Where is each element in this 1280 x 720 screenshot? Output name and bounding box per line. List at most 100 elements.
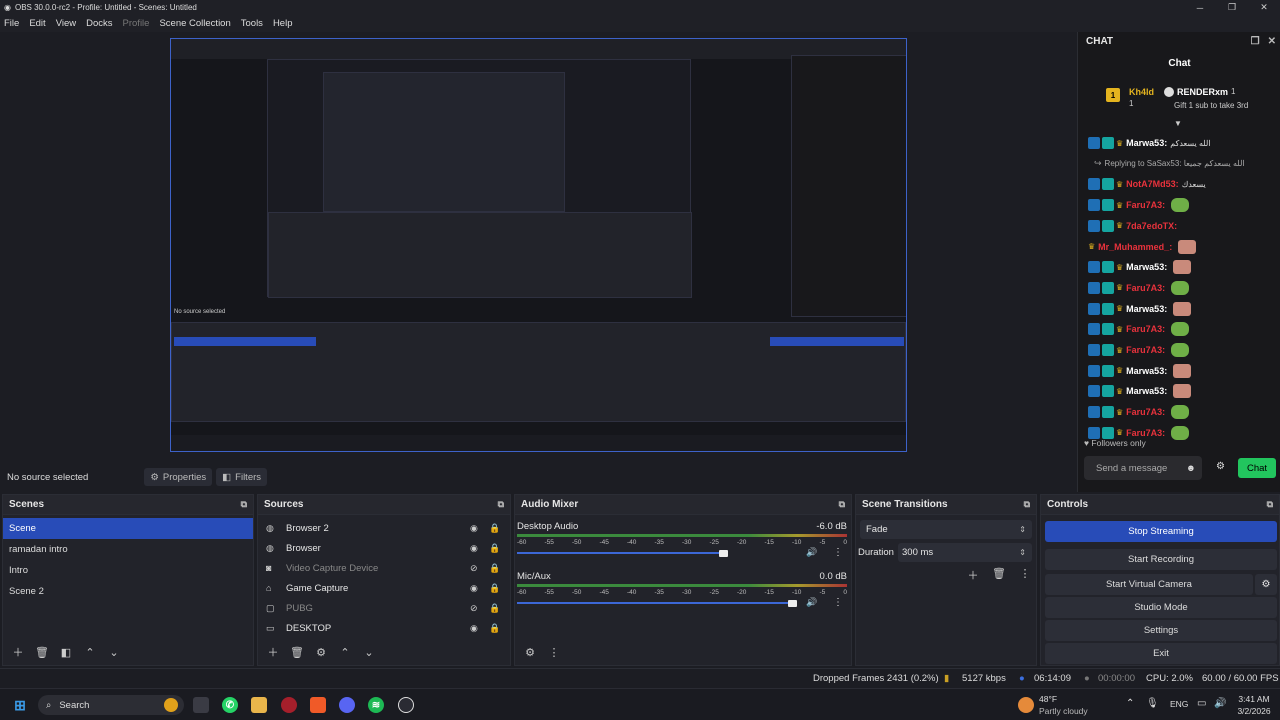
obs-taskbar-icon[interactable]: [398, 697, 414, 713]
popout-icon[interactable]: ⧉: [498, 499, 504, 510]
tray-overflow-icon[interactable]: ⌃: [1126, 698, 1134, 709]
volume-slider[interactable]: [517, 602, 792, 604]
whatsapp-icon[interactable]: ✆: [222, 697, 238, 713]
popout-icon[interactable]: ⧉: [1267, 499, 1273, 510]
lock-icon[interactable]: 🔒: [489, 523, 500, 534]
chat-username[interactable]: Faru7A3:: [1126, 324, 1165, 334]
maximize-icon[interactable]: ❐: [1216, 0, 1248, 15]
mute-icon[interactable]: 🔊: [806, 547, 817, 558]
chat-username[interactable]: NotA7Md53:: [1126, 179, 1179, 189]
remove-source-icon[interactable]: 🗑: [286, 643, 308, 661]
menu-view[interactable]: View: [56, 18, 76, 29]
media-player-icon[interactable]: [281, 697, 297, 713]
move-up-icon[interactable]: ⌃: [79, 643, 101, 661]
menu-help[interactable]: Help: [273, 18, 293, 29]
taskbar-search[interactable]: ⌕ Search: [38, 695, 184, 715]
collapse-icon[interactable]: ▼: [1174, 119, 1182, 128]
source-item[interactable]: ▭ DESKTOP ◉ 🔒: [258, 618, 510, 638]
clock-time[interactable]: 3:41 AM: [1236, 694, 1272, 704]
chat-username[interactable]: 7da7edoTX:: [1126, 221, 1177, 231]
studio-mode-button[interactable]: Studio Mode: [1045, 597, 1277, 618]
language-indicator[interactable]: ENG: [1170, 699, 1188, 709]
volume-icon[interactable]: 🔊: [1214, 698, 1226, 709]
clock-date[interactable]: 3/2/2026: [1236, 706, 1272, 716]
eye-hidden-icon[interactable]: ⊘: [470, 563, 478, 574]
scene-item[interactable]: ramadan intro: [3, 539, 253, 560]
menu-edit[interactable]: Edit: [29, 18, 45, 29]
chat-input[interactable]: Send a message ☻: [1084, 456, 1202, 480]
eye-icon[interactable]: ◉: [470, 543, 478, 554]
properties-button[interactable]: ⚙ Properties: [144, 468, 213, 486]
eye-icon[interactable]: ◉: [470, 523, 478, 534]
stop-streaming-button[interactable]: Stop Streaming: [1045, 521, 1277, 542]
float-icon[interactable]: ❐: [1251, 36, 1260, 47]
close-icon[interactable]: ✕: [1268, 36, 1276, 47]
preview-canvas[interactable]: No source selected: [170, 38, 907, 452]
popout-icon[interactable]: ⧉: [241, 499, 247, 510]
scene-filter-icon[interactable]: ◧: [55, 643, 77, 661]
file-explorer-icon[interactable]: [251, 697, 267, 713]
start-virtual-camera-button[interactable]: Start Virtual Camera: [1045, 574, 1253, 595]
add-scene-icon[interactable]: ＋: [7, 643, 29, 661]
popout-icon[interactable]: ⧉: [1024, 499, 1030, 510]
source-properties-icon[interactable]: ⚙: [310, 643, 332, 661]
transition-select[interactable]: Fade ⇕: [860, 520, 1032, 539]
lock-icon[interactable]: 🔒: [489, 543, 500, 554]
source-item[interactable]: ▢ PUBG ⊘ 🔒: [258, 598, 510, 618]
windows-start-icon[interactable]: ⊞: [12, 697, 28, 713]
audio-menu-icon[interactable]: ⋮: [543, 643, 565, 661]
move-up-icon[interactable]: ⌃: [334, 643, 356, 661]
chat-send-button[interactable]: Chat: [1238, 458, 1276, 478]
chat-username[interactable]: Faru7A3:: [1126, 345, 1165, 355]
eye-icon[interactable]: ◉: [470, 623, 478, 634]
chat-username[interactable]: Marwa53:: [1126, 304, 1167, 314]
duration-spinbox[interactable]: 300 ms ⇕: [898, 543, 1032, 562]
channel-menu-icon[interactable]: ⋮: [833, 547, 843, 558]
lock-icon[interactable]: 🔒: [489, 563, 500, 574]
transition-menu-icon[interactable]: ⋮: [1012, 567, 1038, 583]
chat-username[interactable]: Faru7A3:: [1126, 407, 1165, 417]
chat-username[interactable]: Faru7A3:: [1126, 428, 1165, 438]
start-recording-button[interactable]: Start Recording: [1045, 549, 1277, 570]
brave-icon[interactable]: [310, 697, 326, 713]
lock-icon[interactable]: 🔒: [489, 603, 500, 614]
minimize-icon[interactable]: ─: [1184, 0, 1216, 15]
volume-slider[interactable]: [517, 552, 723, 554]
menu-scene-collection[interactable]: Scene Collection: [159, 18, 230, 29]
exit-button[interactable]: Exit: [1045, 643, 1277, 664]
chat-username[interactable]: Faru7A3:: [1126, 200, 1165, 210]
remove-transition-icon[interactable]: 🗑: [986, 567, 1012, 583]
volume-slider-handle[interactable]: [788, 600, 797, 607]
chat-username[interactable]: Marwa53:: [1126, 366, 1167, 376]
weather-icon[interactable]: [1018, 697, 1034, 713]
eye-icon[interactable]: ◉: [470, 583, 478, 594]
menu-docks[interactable]: Docks: [86, 18, 112, 29]
chat-username[interactable]: Marwa53:: [1126, 262, 1167, 272]
emote-icon[interactable]: ☻: [1186, 463, 1196, 474]
channel-menu-icon[interactable]: ⋮: [833, 597, 843, 608]
mic-icon[interactable]: 🎙: [1146, 698, 1159, 709]
task-view-icon[interactable]: [193, 697, 209, 713]
remove-scene-icon[interactable]: 🗑: [31, 643, 53, 661]
volume-slider-handle[interactable]: [719, 550, 728, 557]
menu-profile[interactable]: Profile: [123, 18, 150, 29]
chat-username[interactable]: Faru7A3:: [1126, 283, 1165, 293]
lock-icon[interactable]: 🔒: [489, 583, 500, 594]
spotify-icon[interactable]: ≋: [368, 697, 384, 713]
virtual-camera-settings-icon[interactable]: ⚙: [1255, 574, 1277, 595]
lock-icon[interactable]: 🔒: [489, 623, 500, 634]
source-item[interactable]: ◙ Video Capture Device ⊘ 🔒: [258, 558, 510, 578]
menu-file[interactable]: File: [4, 18, 19, 29]
source-item[interactable]: ◍ Browser 2 ◉ 🔒: [258, 518, 510, 538]
menu-tools[interactable]: Tools: [241, 18, 263, 29]
source-item[interactable]: ⌂ Game Capture ◉ 🔒: [258, 578, 510, 598]
discord-icon[interactable]: [339, 697, 355, 713]
source-item[interactable]: ◍ Browser ◉ 🔒: [258, 538, 510, 558]
move-down-icon[interactable]: ⌄: [358, 643, 380, 661]
filters-button[interactable]: ◧ Filters: [216, 468, 268, 486]
scene-item[interactable]: Intro: [3, 560, 253, 581]
close-icon[interactable]: ✕: [1248, 0, 1280, 15]
chat-username[interactable]: Mr_Muhammed_:: [1098, 242, 1172, 252]
add-transition-icon[interactable]: ＋: [960, 567, 986, 583]
spin-icon[interactable]: ⇕: [1019, 548, 1026, 557]
